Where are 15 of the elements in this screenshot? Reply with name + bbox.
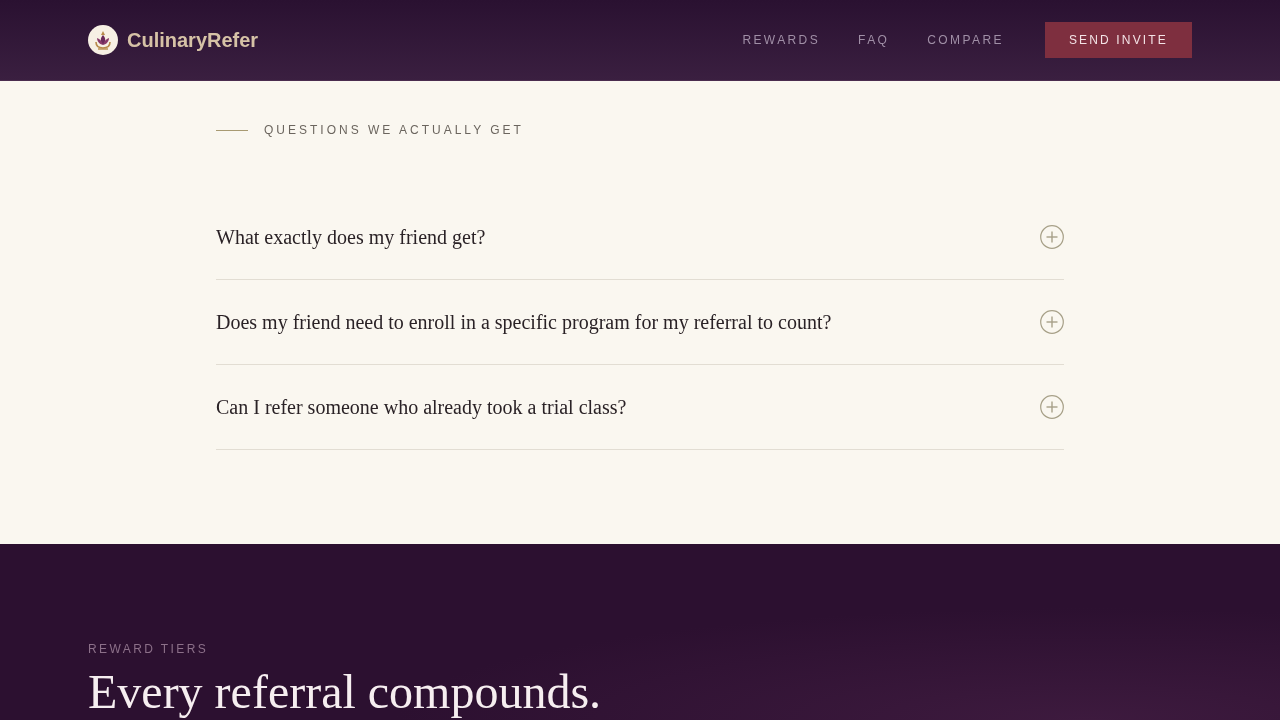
plus-circle-icon[interactable] <box>1040 225 1064 249</box>
brand-name[interactable]: CulinaryRefer <box>127 25 259 55</box>
faq-question[interactable]: What exactly does my friend get? <box>216 222 486 252</box>
faq-question[interactable]: Can I refer someone who already took a trial class? <box>216 392 627 422</box>
plus-circle-icon[interactable] <box>1040 395 1064 419</box>
nav-link[interactable]: FAQ <box>858 31 890 49</box>
lotus-logo-icon <box>88 25 118 55</box>
nav-link[interactable]: COMPARE <box>927 31 1004 49</box>
plus-circle-icon[interactable] <box>1040 310 1064 334</box>
faq-question[interactable]: Does my friend need to enroll in a specific program for my referral to count? <box>216 307 832 337</box>
section-eyebrow: REWARD TIERS <box>88 641 209 658</box>
section-heading: Every referral compounds. <box>88 666 602 719</box>
nav-link[interactable]: REWARDS <box>742 31 821 49</box>
section-eyebrow: QUESTIONS WE ACTUALLY GET <box>264 122 524 139</box>
send-invite-button[interactable]: SEND INVITE <box>1044 22 1192 58</box>
